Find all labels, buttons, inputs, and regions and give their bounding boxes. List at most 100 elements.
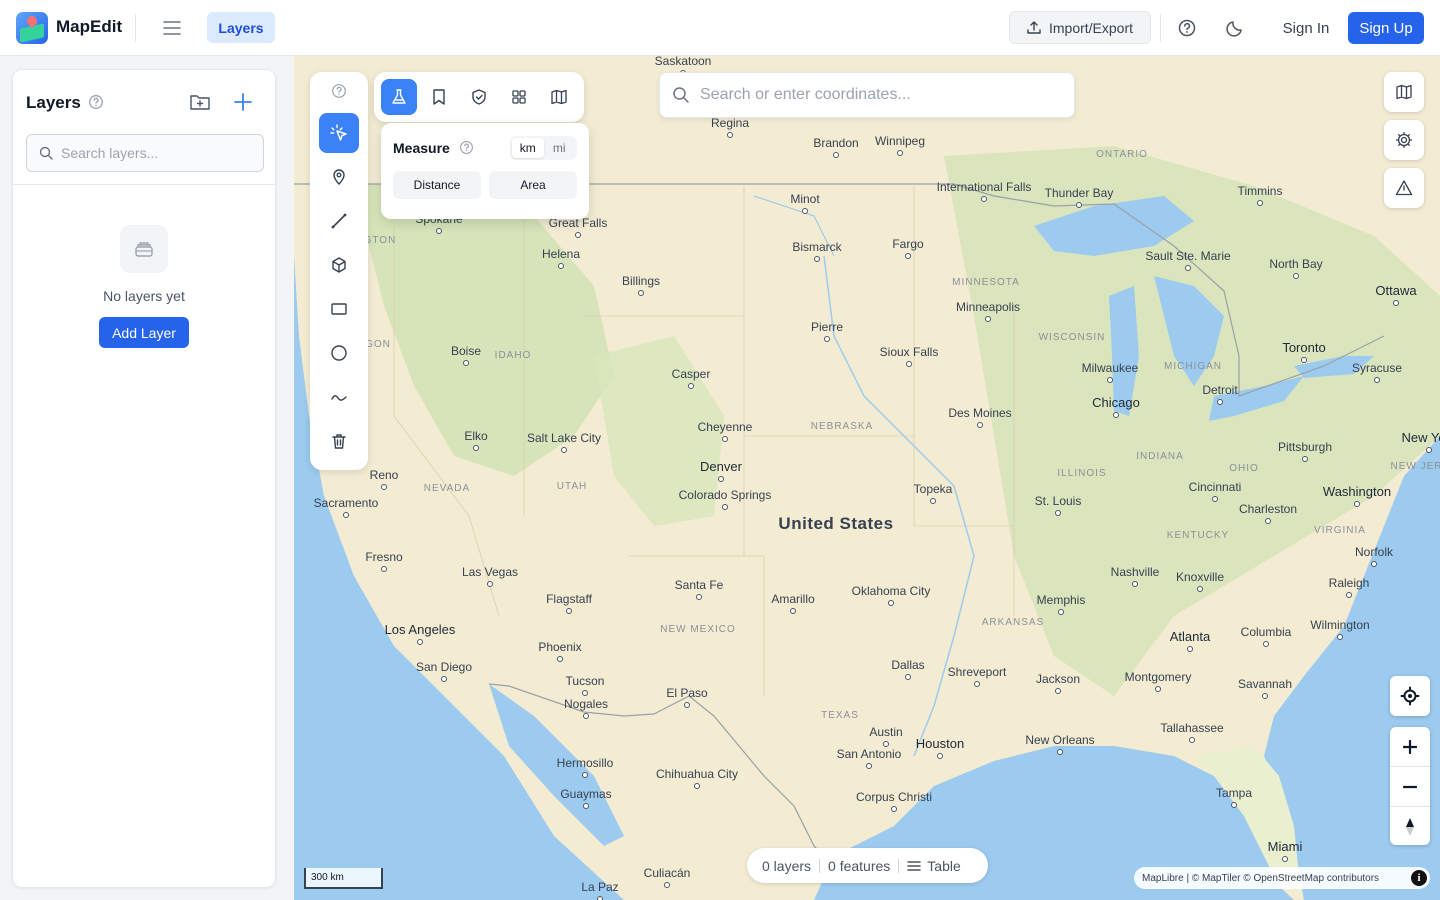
sign-up-button[interactable]: Sign Up xyxy=(1348,12,1424,44)
terrain-button[interactable] xyxy=(1384,168,1424,208)
map-icon xyxy=(1396,84,1412,100)
layers-panel-title: Layers xyxy=(26,93,81,112)
table-toggle-button[interactable]: Table xyxy=(899,858,968,874)
city-label-culiac-n: Culiacán xyxy=(643,866,691,880)
polygon-tool-button[interactable] xyxy=(319,245,359,285)
city-label-st-louis: St. Louis xyxy=(1034,494,1082,508)
city-label-san-antonio: San Antonio xyxy=(836,747,902,761)
table-label: Table xyxy=(927,857,961,874)
rectangle-tool-button[interactable] xyxy=(319,289,359,329)
grid-view-button[interactable] xyxy=(501,79,537,115)
add-layer-button[interactable]: Add Layer xyxy=(99,317,189,348)
moon-icon xyxy=(1226,21,1242,37)
delete-tool-button[interactable] xyxy=(319,421,359,461)
city-label-bismarck: Bismarck xyxy=(792,240,842,254)
menu-button[interactable] xyxy=(158,14,186,42)
city-marker xyxy=(583,713,589,719)
freehand-curve-icon xyxy=(331,395,347,401)
basemap-button[interactable] xyxy=(1384,72,1424,112)
city-label-las-vegas: Las Vegas xyxy=(461,565,519,579)
city-label-raleigh: Raleigh xyxy=(1328,576,1370,590)
map-canvas[interactable]: Saskatoon Regina Brandon Winnipeg Minot Bisma… xyxy=(294,56,1440,900)
city-marker xyxy=(727,132,733,138)
map-search-field[interactable] xyxy=(659,72,1075,118)
map-search-input[interactable] xyxy=(700,86,1060,104)
city-marker xyxy=(417,639,423,645)
region-label-arkansas: ARKANSAS xyxy=(981,617,1045,628)
line-icon xyxy=(331,213,347,229)
layer-count: 0 layers xyxy=(762,857,812,874)
city-marker xyxy=(1337,634,1343,640)
city-marker xyxy=(814,256,820,262)
circle-tool-button[interactable] xyxy=(319,333,359,373)
city-marker xyxy=(1231,802,1237,808)
flask-icon xyxy=(392,89,406,104)
circle-icon xyxy=(331,345,347,361)
city-marker xyxy=(441,676,447,682)
point-tool-button[interactable] xyxy=(319,157,359,197)
select-tool-button[interactable] xyxy=(319,113,359,153)
compass-reset-button[interactable] xyxy=(1390,807,1430,846)
help-circle-icon[interactable] xyxy=(459,140,474,155)
minus-icon xyxy=(1403,785,1417,788)
freehand-tool-button[interactable] xyxy=(319,377,359,417)
unit-mi-option[interactable]: mi xyxy=(544,138,576,158)
region-label-texas: TEXAS xyxy=(821,710,859,721)
import-export-button[interactable]: Import/Export xyxy=(1009,11,1151,44)
city-label-atlanta: Atlanta xyxy=(1169,629,1211,644)
toolbar-help-button[interactable] xyxy=(319,74,359,108)
table-rows-icon xyxy=(907,860,922,871)
city-label-denver: Denver xyxy=(700,459,742,474)
city-label-topeka: Topeka xyxy=(913,482,953,496)
plus-icon[interactable] xyxy=(232,91,254,113)
dark-mode-toggle[interactable] xyxy=(1221,14,1249,42)
city-label-winnipeg: Winnipeg xyxy=(874,134,926,148)
city-marker xyxy=(802,208,808,214)
zoom-out-button[interactable] xyxy=(1390,767,1430,806)
add-folder-icon[interactable] xyxy=(189,92,211,112)
validation-button[interactable] xyxy=(461,79,497,115)
bookmark-icon xyxy=(433,89,445,105)
help-circle-icon[interactable] xyxy=(88,94,104,110)
city-label-nogales: Nogales xyxy=(563,697,609,711)
sign-in-button[interactable]: Sign In xyxy=(1276,14,1336,42)
city-label-colorado-springs: Colorado Springs xyxy=(678,488,772,502)
settings-button[interactable] xyxy=(1384,120,1424,160)
city-marker xyxy=(1293,273,1299,279)
bookmarks-button[interactable] xyxy=(421,79,457,115)
city-label-shreveport: Shreveport xyxy=(947,665,1007,679)
layer-search-field[interactable] xyxy=(26,134,264,172)
attribution-text: MapLibre | © MapTiler © OpenStreetMap co… xyxy=(1142,872,1380,884)
measure-distance-button[interactable]: Distance xyxy=(393,171,481,199)
city-label-sault-ste-marie: Sault Ste. Marie xyxy=(1145,249,1231,263)
unit-km-option[interactable]: km xyxy=(512,138,544,158)
brand-name: MapEdit xyxy=(56,17,123,36)
city-label-brandon: Brandon xyxy=(813,136,859,150)
help-button[interactable] xyxy=(1173,14,1201,42)
region-label-illinois: ILLINOIS xyxy=(1057,468,1107,479)
city-label-chicago: Chicago xyxy=(1092,395,1140,410)
city-label-savannah: Savannah xyxy=(1237,677,1293,691)
city-marker xyxy=(977,422,983,428)
city-label-chihuahua-city: Chihuahua City xyxy=(655,767,739,781)
city-marker xyxy=(436,228,442,234)
map-style-button[interactable] xyxy=(541,79,577,115)
measure-area-button[interactable]: Area xyxy=(489,171,577,199)
status-bar: 0 layers 0 features Table xyxy=(747,848,988,883)
layers-tab[interactable]: Layers xyxy=(207,12,275,43)
city-marker xyxy=(1257,200,1263,206)
line-tool-button[interactable] xyxy=(319,201,359,241)
city-marker xyxy=(1282,856,1288,862)
layers-panel: Layers No layers yet Add Layer xyxy=(12,69,276,888)
plus-icon xyxy=(1403,739,1417,754)
measure-mode-button[interactable] xyxy=(381,79,417,115)
city-label-corpus-christi: Corpus Christi xyxy=(855,790,933,804)
locate-crosshair-icon xyxy=(1400,686,1420,706)
info-icon[interactable]: i xyxy=(1411,870,1427,886)
layer-search-input[interactable] xyxy=(61,145,251,161)
city-marker xyxy=(1058,609,1064,615)
geolocate-button[interactable] xyxy=(1390,676,1430,716)
region-label-ontario: ONTARIO xyxy=(1096,149,1148,160)
zoom-in-button[interactable] xyxy=(1390,727,1430,766)
city-label-saskatoon: Saskatoon xyxy=(654,56,712,68)
